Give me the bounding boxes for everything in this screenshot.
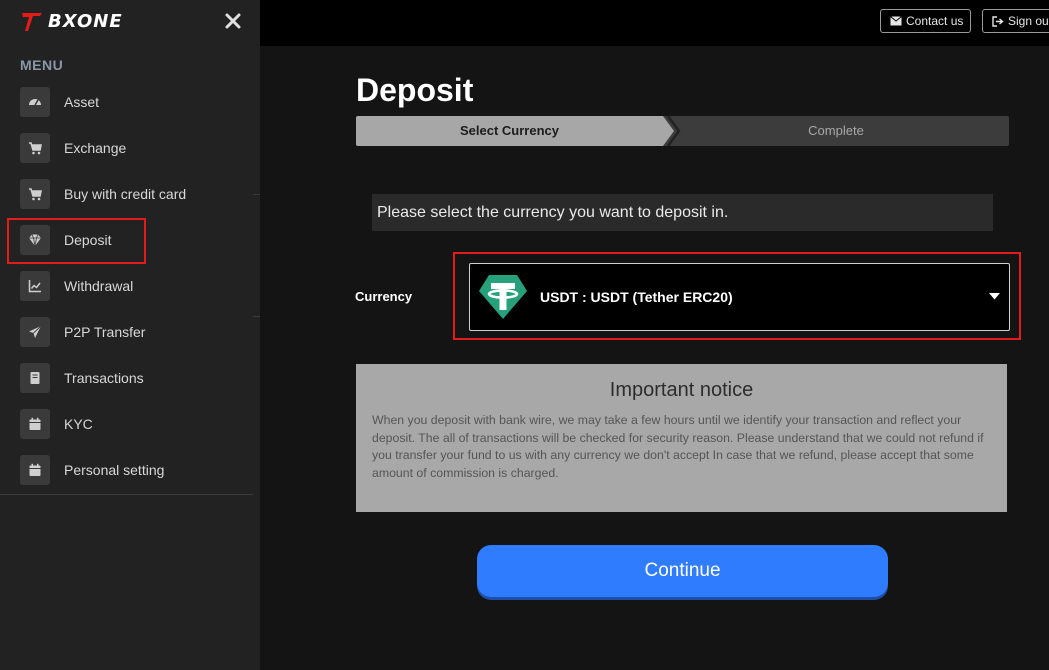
cart-icon (20, 133, 50, 163)
sidebar-divider (0, 494, 253, 495)
paper-plane-icon (20, 317, 50, 347)
sidebar-item-deposit[interactable]: Deposit (20, 225, 250, 255)
continue-button[interactable]: Continue (477, 545, 888, 597)
sidebar: BXONE MENU Asset Exchange Buy with credi… (0, 0, 260, 670)
sign-out-button[interactable]: Sign out (982, 9, 1049, 33)
instruction-text: Please select the currency you want to d… (372, 194, 993, 231)
sidebar-edge-divider (253, 316, 260, 317)
sidebar-item-label: Asset (64, 94, 100, 110)
close-sidebar-button[interactable] (222, 10, 244, 32)
book-icon (20, 363, 50, 393)
sidebar-item-p2p-transfer[interactable]: P2P Transfer (20, 317, 250, 347)
step-complete: Complete (808, 123, 864, 138)
important-notice-panel: Important notice When you deposit with b… (356, 364, 1007, 512)
currency-select[interactable]: USDT : USDT (Tether ERC20) (469, 263, 1010, 331)
dashboard-icon (20, 87, 50, 117)
sidebar-item-transactions[interactable]: Transactions (20, 363, 250, 393)
caret-down-icon (989, 293, 1000, 300)
notice-body: When you deposit with bank wire, we may … (372, 413, 984, 480)
sidebar-item-personal-setting[interactable]: Personal setting (20, 455, 250, 485)
step-select-currency: Select Currency (460, 123, 559, 138)
logo-mark-icon (22, 13, 42, 31)
currency-select-value: USDT : USDT (Tether ERC20) (540, 289, 733, 305)
chart-icon (20, 271, 50, 301)
logo[interactable]: BXONE (20, 8, 123, 34)
calendar-icon (20, 409, 50, 439)
sign-out-icon (992, 15, 1004, 27)
sidebar-item-label: Withdrawal (64, 278, 134, 294)
sidebar-item-label: Buy with credit card (64, 186, 187, 202)
close-icon (225, 13, 241, 29)
progress-stepper: Select Currency Complete (356, 116, 1009, 146)
sidebar-edge-divider (253, 194, 260, 195)
sidebar-item-label: Transactions (64, 370, 144, 386)
sidebar-item-asset[interactable]: Asset (20, 87, 250, 117)
sidebar-item-label: P2P Transfer (64, 324, 146, 340)
sidebar-item-kyc[interactable]: KYC (20, 409, 250, 439)
menu-title: MENU (20, 57, 64, 73)
currency-label: Currency (355, 289, 413, 304)
calendar-icon (20, 455, 50, 485)
sidebar-item-withdrawal[interactable]: Withdrawal (20, 271, 250, 301)
sign-out-label: Sign out (1008, 14, 1049, 28)
sidebar-item-exchange[interactable]: Exchange (20, 133, 250, 163)
envelope-icon (890, 16, 902, 26)
sidebar-item-buy-with-credit-card[interactable]: Buy with credit card (20, 179, 250, 209)
cart-icon (20, 179, 50, 209)
notice-title: Important notice (609, 379, 754, 401)
tether-icon (479, 275, 527, 319)
diamond-icon (20, 225, 50, 255)
sidebar-item-label: Deposit (64, 232, 112, 248)
contact-us-button[interactable]: Contact us (880, 9, 971, 33)
page-title: Deposit (356, 72, 474, 108)
logo-text: BXONE (48, 10, 123, 32)
sidebar-item-label: Exchange (64, 140, 127, 156)
sidebar-item-label: KYC (64, 416, 93, 432)
contact-us-label: Contact us (906, 14, 964, 28)
sidebar-item-label: Personal setting (64, 462, 165, 478)
